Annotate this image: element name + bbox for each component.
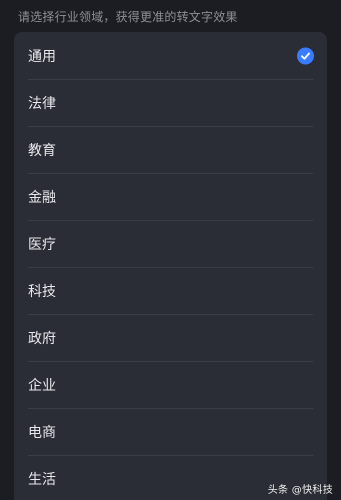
- industry-selector-panel: 通用 法律 教育 金融 医疗 科技 政府 企业 电商 生活: [14, 32, 327, 500]
- industry-item[interactable]: 金融: [14, 173, 327, 220]
- industry-label: 法律: [28, 95, 56, 112]
- hint-text: 请选择行业领域，获得更准的转文字效果: [18, 10, 238, 24]
- industry-item[interactable]: 电商: [14, 408, 327, 455]
- industry-item[interactable]: 教育: [14, 126, 327, 173]
- industry-item[interactable]: 科技: [14, 267, 327, 314]
- industry-label: 政府: [28, 330, 56, 347]
- industry-label: 通用: [28, 48, 56, 65]
- industry-label: 企业: [28, 377, 56, 394]
- industry-item[interactable]: 通用: [14, 32, 327, 79]
- industry-item[interactable]: 医疗: [14, 220, 327, 267]
- watermark-text: 头条 @快科技: [267, 485, 333, 496]
- check-circle-icon: [297, 47, 314, 64]
- industry-item[interactable]: 法律: [14, 79, 327, 126]
- industry-label: 医疗: [28, 236, 56, 253]
- industry-list: 通用 法律 教育 金融 医疗 科技 政府 企业 电商 生活: [14, 32, 327, 500]
- industry-item[interactable]: 企业: [14, 361, 327, 408]
- industry-label: 科技: [28, 283, 56, 300]
- industry-label: 教育: [28, 142, 56, 159]
- industry-label: 金融: [28, 189, 56, 206]
- industry-item[interactable]: 政府: [14, 314, 327, 361]
- industry-label: 生活: [28, 471, 56, 488]
- industry-label: 电商: [28, 424, 56, 441]
